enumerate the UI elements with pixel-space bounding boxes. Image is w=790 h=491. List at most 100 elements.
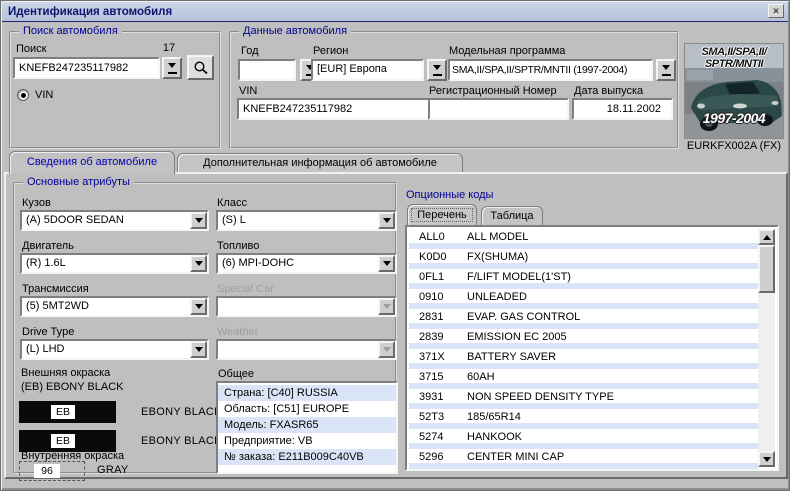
vin-input[interactable]	[237, 98, 437, 120]
body-combobox[interactable]: (A) 5DOOR SEDAN	[20, 210, 209, 231]
option-code-row[interactable]: 52T3 185/65R14	[409, 409, 758, 429]
dropdown-arrow-icon	[168, 63, 176, 72]
registration-number-label: Регистрационный Номер	[429, 85, 557, 97]
release-date-input[interactable]	[572, 98, 673, 120]
option-code-row[interactable]: 5386 WHL STL(14")	[409, 469, 758, 471]
scrollbar[interactable]	[758, 229, 775, 467]
paint-swatch-name: EBONY BLACK	[141, 435, 222, 447]
tab-additional-info[interactable]: Дополнительная информация об автомобиле	[177, 153, 463, 172]
chevron-down-icon[interactable]	[378, 212, 395, 229]
special-car-combobox-disabled	[216, 296, 397, 317]
chevron-down-icon[interactable]	[378, 255, 395, 272]
model-program-dropdown-button[interactable]	[656, 59, 676, 81]
scrollbar-up-button[interactable]	[758, 229, 775, 245]
dropdown-arrow-icon	[433, 65, 441, 74]
drive-type-combobox[interactable]: (L) LHD	[20, 339, 209, 360]
vin-radio[interactable]: VIN	[17, 89, 53, 101]
general-info-line: Модель: FXASR65	[218, 417, 396, 433]
option-description: CENTER MINI CAP	[467, 449, 564, 463]
option-code-row[interactable]: 2839 EMISSION EC 2005	[409, 329, 758, 349]
fuel-value: (6) MPI-DOHC	[222, 257, 375, 269]
option-code: 5274	[409, 429, 467, 443]
interior-paint-name: GRAY	[97, 464, 129, 476]
scrollbar-down-button[interactable]	[758, 451, 775, 467]
option-description: BATTERY SAVER	[467, 349, 556, 363]
paint-swatch-code: EB	[51, 434, 75, 448]
body-label: Кузов	[22, 197, 51, 209]
option-description: F/LIFT MODEL(1'ST)	[467, 269, 571, 283]
class-value: (S) L	[222, 214, 375, 226]
option-code-row[interactable]: 3715 60AH	[409, 369, 758, 389]
general-info-box: Страна: [C40] RUSSIAОбласть: [C51] EUROP…	[216, 381, 398, 474]
general-info-line: Область: [C51] EUROPE	[218, 401, 396, 417]
option-code-row[interactable]: 5296 CENTER MINI CAP	[409, 449, 758, 469]
option-code: 5386	[409, 469, 467, 471]
close-icon[interactable]: ✕	[768, 4, 784, 18]
search-history-dropdown-button[interactable]	[162, 57, 182, 79]
radio-icon	[17, 89, 29, 101]
drive-type-value: (L) LHD	[26, 343, 187, 355]
option-codes-rows: ALL0 ALL MODEL K0D0 FX(SHUMA) 0FL1 F/LIF…	[409, 229, 758, 471]
chevron-down-icon[interactable]	[190, 212, 207, 229]
option-code-row[interactable]: ALL0 ALL MODEL	[409, 229, 758, 249]
class-label: Класс	[217, 197, 247, 209]
region-field[interactable]: [EUR] Европа	[311, 59, 424, 81]
registration-number-input[interactable]	[428, 98, 569, 120]
scrollbar-thumb[interactable]	[758, 245, 775, 293]
search-icon	[193, 60, 209, 76]
year-label: Год	[241, 45, 259, 57]
option-code-row[interactable]: 371X BATTERY SAVER	[409, 349, 758, 369]
chevron-down-icon[interactable]	[190, 255, 207, 272]
weather-combobox-disabled	[216, 339, 397, 360]
general-info-line: Предприятие: VB	[218, 433, 396, 449]
option-code-row[interactable]: 3931 NON SPEED DENSITY TYPE	[409, 389, 758, 409]
option-description: UNLEADED	[467, 289, 527, 303]
option-code: 0910	[409, 289, 467, 303]
dropdown-bar-icon	[168, 72, 177, 74]
option-code: ALL0	[409, 229, 467, 243]
model-program-field[interactable]: SMA,II/SPA,II/SPTR/MNTII (1997-2004)	[448, 59, 653, 81]
arrow-up-icon	[763, 231, 771, 240]
transmission-combobox[interactable]: (5) 5MT2WD	[20, 296, 209, 317]
dropdown-bar-icon	[662, 74, 671, 76]
chevron-down-icon[interactable]	[190, 298, 207, 315]
dropdown-bar-icon	[433, 74, 442, 76]
option-code-row[interactable]: 5274 HANKOOK	[409, 429, 758, 449]
search-result-count: 17	[154, 42, 184, 54]
option-codes-listbox[interactable]: ALL0 ALL MODEL K0D0 FX(SHUMA) 0FL1 F/LIF…	[405, 225, 779, 471]
option-code-row[interactable]: 0FL1 F/LIFT MODEL(1'ST)	[409, 269, 758, 289]
option-code-row[interactable]: 2831 EVAP. GAS CONTROL	[409, 309, 758, 329]
special-car-label: Special Car	[217, 283, 274, 295]
option-description: ALL MODEL	[467, 229, 528, 243]
chevron-down-icon[interactable]	[190, 341, 207, 358]
search-label: Поиск	[16, 43, 46, 55]
tab-option-table[interactable]: Таблица	[481, 206, 543, 225]
general-info-label: Общее	[218, 368, 254, 380]
search-group-label: Поиск автомобиля	[19, 25, 122, 37]
option-description: EVAP. GAS CONTROL	[467, 309, 580, 323]
tab-option-list-label: Перечень	[417, 209, 467, 221]
exterior-paint-label: Внешняя окраска	[21, 367, 110, 379]
paint-swatch: EB	[19, 430, 116, 452]
option-code-row[interactable]: K0D0 FX(SHUMA)	[409, 249, 758, 269]
year-input[interactable]	[238, 59, 296, 81]
option-codes-label: Опционные коды	[406, 189, 493, 201]
drive-type-label: Drive Type	[22, 326, 74, 338]
option-code-row[interactable]: 0910 UNLEADED	[409, 289, 758, 309]
tab-option-list[interactable]: Перечень	[407, 204, 477, 225]
car-photo-title-line1: SMA,II/SPA,II/	[685, 46, 783, 58]
region-dropdown-button[interactable]	[427, 59, 447, 81]
search-button[interactable]	[187, 55, 214, 80]
class-combobox[interactable]: (S) L	[216, 210, 397, 231]
option-code: 3715	[409, 369, 467, 383]
engine-combobox[interactable]: (R) 1.6L	[20, 253, 209, 274]
tab-vehicle-info[interactable]: Сведения об автомобиле	[9, 151, 175, 174]
car-photo-years: 1997-2004	[685, 110, 783, 126]
search-input[interactable]	[13, 57, 160, 79]
option-code: 52T3	[409, 409, 467, 423]
fuel-combobox[interactable]: (6) MPI-DOHC	[216, 253, 397, 274]
dialog-title: Идентификация автомобиля	[8, 6, 172, 18]
vin-label: VIN	[239, 85, 257, 97]
option-description: EMISSION EC 2005	[467, 329, 567, 343]
interior-paint-code: 96	[34, 464, 60, 478]
